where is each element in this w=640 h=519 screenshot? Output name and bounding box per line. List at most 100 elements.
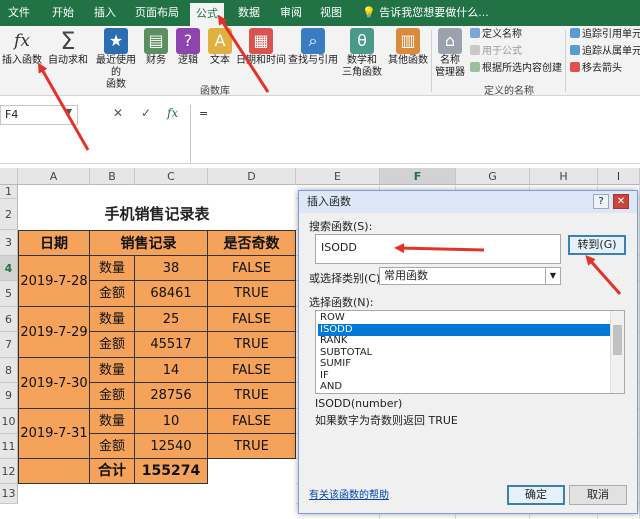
- column-header-c[interactable]: C: [135, 168, 208, 185]
- tab-file[interactable]: 文件: [0, 0, 38, 26]
- column-header-a[interactable]: A: [18, 168, 90, 185]
- date-cell[interactable]: 2019-7-28: [18, 256, 90, 307]
- column-header-f[interactable]: F: [380, 168, 456, 185]
- total-empty-cell[interactable]: [18, 459, 90, 484]
- qty-value-cell[interactable]: 10: [135, 409, 208, 434]
- function-list-item[interactable]: ROW: [318, 312, 612, 324]
- text-button[interactable]: A 文本: [207, 26, 233, 67]
- cancel-button[interactable]: 取消: [569, 485, 627, 505]
- function-list-item[interactable]: RANK: [318, 335, 612, 347]
- tab-view[interactable]: 视图: [314, 0, 348, 26]
- header-sales[interactable]: 销售记录: [90, 230, 208, 256]
- tab-home[interactable]: 开始: [46, 0, 80, 26]
- recently-used-button[interactable]: ★ 最近使用的 函数: [92, 26, 140, 91]
- create-from-selection-button[interactable]: 根据所选内容创建: [470, 62, 562, 76]
- total-label-cell[interactable]: 合计: [90, 459, 135, 484]
- column-header-d[interactable]: D: [208, 168, 296, 185]
- function-list-item[interactable]: IF: [318, 370, 612, 382]
- more-functions-button[interactable]: ▥ 其他函数: [386, 26, 430, 67]
- math-trig-button[interactable]: θ 数学和 三角函数: [340, 26, 384, 79]
- qty-value-cell[interactable]: 38: [135, 256, 208, 281]
- tab-review[interactable]: 审阅: [274, 0, 308, 26]
- function-list-item[interactable]: SUMIF: [318, 358, 612, 370]
- sheet-title[interactable]: 手机销售记录表: [18, 199, 296, 230]
- column-header-g[interactable]: G: [456, 168, 530, 185]
- header-is-odd[interactable]: 是否奇数: [208, 230, 296, 256]
- function-help-link[interactable]: 有关该函数的帮助: [309, 486, 389, 501]
- qty-odd-cell[interactable]: FALSE: [208, 409, 296, 434]
- amt-value-cell[interactable]: 68461: [135, 281, 208, 307]
- row-header-8[interactable]: 8: [0, 358, 18, 383]
- fx-icon[interactable]: fx: [167, 106, 178, 120]
- function-list-scrollbar[interactable]: [610, 311, 624, 393]
- amt-value-cell[interactable]: 12540: [135, 434, 208, 459]
- row-header-4[interactable]: 4: [0, 256, 18, 281]
- category-select[interactable]: 常用函数: [379, 267, 561, 285]
- chevron-down-icon[interactable]: ▼: [545, 268, 560, 284]
- qty-value-cell[interactable]: 14: [135, 358, 208, 383]
- qty-odd-cell[interactable]: FALSE: [208, 358, 296, 383]
- tab-formulas[interactable]: 公式: [190, 3, 224, 26]
- tab-data[interactable]: 数据: [232, 0, 266, 26]
- row-header-6[interactable]: 6: [0, 307, 18, 332]
- enter-formula-icon[interactable]: ✓: [141, 106, 151, 120]
- row-header-10[interactable]: 10: [0, 409, 18, 434]
- select-all-corner[interactable]: [0, 168, 18, 185]
- amt-label-cell[interactable]: 金额: [90, 434, 135, 459]
- qty-value-cell[interactable]: 25: [135, 307, 208, 332]
- search-function-input[interactable]: ISODD: [315, 234, 561, 264]
- define-name-button[interactable]: 定义名称: [470, 28, 522, 42]
- column-header-h[interactable]: H: [530, 168, 598, 185]
- financial-button[interactable]: ▤ 财务: [143, 26, 169, 67]
- amt-odd-cell[interactable]: TRUE: [208, 434, 296, 459]
- row-header-7[interactable]: 7: [0, 332, 18, 358]
- amt-value-cell[interactable]: 28756: [135, 383, 208, 409]
- logical-button[interactable]: ? 逻辑: [175, 26, 201, 67]
- row-header-3[interactable]: 3: [0, 230, 18, 256]
- row-header-2[interactable]: 2: [0, 199, 18, 230]
- qty-odd-cell[interactable]: FALSE: [208, 307, 296, 332]
- function-list[interactable]: AND IF SUMIF SUBTOTAL RANK ISODD ROW: [315, 310, 625, 394]
- amt-label-cell[interactable]: 金额: [90, 383, 135, 409]
- qty-odd-cell[interactable]: FALSE: [208, 256, 296, 281]
- amt-value-cell[interactable]: 45517: [135, 332, 208, 358]
- amt-label-cell[interactable]: 金额: [90, 281, 135, 307]
- autosum-button[interactable]: Σ 自动求和: [46, 26, 90, 67]
- trace-precedents-button[interactable]: 追踪引用单元: [570, 28, 640, 42]
- use-in-formula-button[interactable]: 用于公式: [470, 45, 522, 59]
- remove-arrows-button[interactable]: 移去箭头: [570, 62, 622, 76]
- amt-label-cell[interactable]: 金额: [90, 332, 135, 358]
- row-header-12[interactable]: 12: [0, 459, 18, 484]
- function-list-item[interactable]: ISODD: [318, 323, 612, 336]
- qty-label-cell[interactable]: 数量: [90, 358, 135, 383]
- qty-label-cell[interactable]: 数量: [90, 409, 135, 434]
- row-header-5[interactable]: 5: [0, 281, 18, 307]
- datetime-button[interactable]: ▦ 日期和时间: [236, 26, 286, 67]
- name-manager-button[interactable]: ⌂ 名称 管理器: [433, 26, 467, 79]
- trace-dependents-button[interactable]: 追踪从属单元: [570, 45, 640, 59]
- column-header-b[interactable]: B: [90, 168, 135, 185]
- tab-insert[interactable]: 插入: [88, 0, 122, 26]
- goto-button[interactable]: 转到(G): [568, 235, 626, 255]
- lookup-button[interactable]: ⌕ 查找与引用: [288, 26, 338, 67]
- insert-function-button[interactable]: fx 插入函数: [2, 26, 42, 67]
- tab-page-layout[interactable]: 页面布局: [130, 0, 184, 26]
- row-header-9[interactable]: 9: [0, 383, 18, 409]
- row-header-11[interactable]: 11: [0, 434, 18, 459]
- scrollbar-thumb[interactable]: [613, 325, 622, 355]
- amt-odd-cell[interactable]: TRUE: [208, 281, 296, 307]
- function-list-item[interactable]: AND: [318, 381, 612, 393]
- cancel-formula-icon[interactable]: ✕: [113, 106, 123, 120]
- amt-odd-cell[interactable]: TRUE: [208, 332, 296, 358]
- tell-me-box[interactable]: 💡 告诉我您想要做什么...: [362, 0, 489, 26]
- function-list-item[interactable]: SUBTOTAL: [318, 347, 612, 359]
- qty-label-cell[interactable]: 数量: [90, 256, 135, 281]
- amt-odd-cell[interactable]: TRUE: [208, 383, 296, 409]
- column-header-e[interactable]: E: [296, 168, 380, 185]
- help-button[interactable]: ?: [593, 194, 609, 209]
- date-cell[interactable]: 2019-7-30: [18, 358, 90, 409]
- row-header-13[interactable]: 13: [0, 484, 18, 504]
- total-value-cell[interactable]: 155274: [135, 459, 208, 484]
- date-cell[interactable]: 2019-7-31: [18, 409, 90, 459]
- date-cell[interactable]: 2019-7-29: [18, 307, 90, 358]
